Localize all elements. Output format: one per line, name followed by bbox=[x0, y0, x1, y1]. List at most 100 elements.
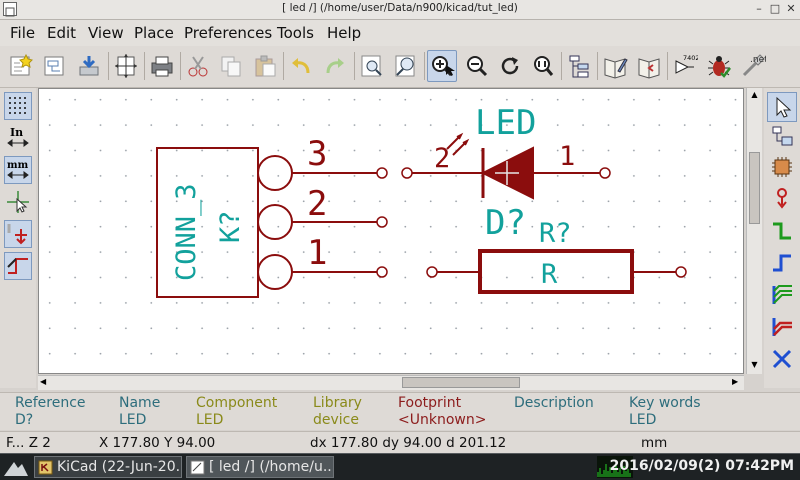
msg-name: Name LED bbox=[119, 395, 161, 428]
units-inch-button[interactable]: In bbox=[4, 124, 32, 152]
hierarchy-navigator-button[interactable] bbox=[564, 50, 594, 82]
connector-pin-3-label: 3 bbox=[307, 134, 327, 174]
undo-button[interactable] bbox=[286, 50, 316, 82]
connector-pin-2-label: 2 bbox=[307, 184, 327, 224]
vertical-scroll-thumb[interactable] bbox=[749, 152, 760, 224]
minimize-button[interactable]: – bbox=[752, 2, 766, 15]
taskbar-eeschema[interactable]: [ led /] (/home/u... bbox=[186, 456, 334, 478]
erc-button[interactable] bbox=[704, 50, 734, 82]
msg-component: Component LED bbox=[196, 395, 278, 428]
find-button[interactable] bbox=[357, 50, 387, 82]
place-component-tool[interactable] bbox=[767, 152, 797, 182]
library-browser-button[interactable] bbox=[634, 50, 664, 82]
paste-icon bbox=[255, 55, 276, 77]
component-icon bbox=[772, 157, 792, 177]
grid-icon bbox=[9, 97, 26, 114]
page-settings-button[interactable] bbox=[111, 50, 141, 82]
svg-text:In: In bbox=[10, 126, 23, 139]
no-connect-cross-icon bbox=[772, 349, 792, 369]
place-bus-bus-entry-tool[interactable] bbox=[767, 312, 797, 342]
menu-place[interactable]: Place bbox=[134, 24, 174, 42]
sheet-hierarchy-icon bbox=[44, 56, 64, 76]
bug-icon bbox=[708, 56, 731, 78]
paste-button[interactable] bbox=[250, 50, 280, 82]
zoom-out-icon bbox=[467, 56, 488, 77]
bus-icon bbox=[773, 254, 791, 272]
hierarchy-navigate-tool[interactable] bbox=[767, 122, 797, 152]
led-pin-1-label: 1 bbox=[559, 141, 575, 172]
menu-tools[interactable]: Tools bbox=[277, 24, 314, 42]
cursor-shape-icon bbox=[7, 191, 29, 213]
hidden-pins-button[interactable] bbox=[4, 220, 32, 248]
schematic-drawing[interactable]: 3 2 1 CONN_3 K? 2 1 LED D? R R? bbox=[39, 89, 744, 374]
scroll-left-arrow-icon[interactable]: ◀ bbox=[40, 377, 50, 388]
place-power-tool[interactable] bbox=[767, 184, 797, 214]
scroll-up-arrow-icon[interactable]: ▲ bbox=[749, 90, 760, 100]
menu-help[interactable]: Help bbox=[327, 24, 361, 42]
redo-icon bbox=[326, 58, 344, 74]
zoom-fit-button[interactable] bbox=[528, 50, 558, 82]
select-tool-button[interactable] bbox=[767, 92, 797, 122]
maximize-button[interactable]: □ bbox=[768, 2, 782, 15]
taskbar-kicad[interactable]: KiCad (22-Jun-20... bbox=[34, 456, 182, 478]
copy-icon bbox=[221, 56, 241, 77]
wire-bus-entry-icon bbox=[772, 285, 792, 304]
menu-bar: File Edit View Place Preferences Tools H… bbox=[0, 20, 800, 46]
led-value-label: LED bbox=[475, 103, 536, 143]
taskbar-clock: 2016/02/09(2) 07:42PM bbox=[609, 458, 794, 474]
save-button[interactable] bbox=[74, 50, 104, 82]
netlist-button[interactable]: .net bbox=[738, 50, 768, 82]
msg-library: Library device bbox=[313, 395, 362, 428]
left-toolbar: In mm bbox=[0, 88, 36, 388]
menu-view[interactable]: View bbox=[88, 24, 124, 42]
print-button[interactable] bbox=[147, 50, 177, 82]
bus-wire-angle-button[interactable] bbox=[4, 252, 32, 280]
taskbar: KiCad (22-Jun-20... [ led /] (/home/u...… bbox=[0, 453, 800, 480]
annotate-button[interactable]: 7402 bbox=[670, 50, 700, 82]
msg-keywords: Key words LED bbox=[629, 395, 701, 428]
horizontal-scroll-thumb[interactable] bbox=[402, 377, 520, 388]
find-icon bbox=[361, 55, 382, 77]
svg-text:.net: .net bbox=[750, 55, 766, 65]
copy-button[interactable] bbox=[216, 50, 246, 82]
no-connect-tool[interactable] bbox=[767, 344, 797, 374]
schematic-canvas[interactable]: 3 2 1 CONN_3 K? 2 1 LED D? R R? bbox=[38, 88, 744, 374]
status-delta: dx 177.80 dy 94.00 d 201.12 bbox=[310, 435, 507, 451]
find-replace-button[interactable] bbox=[391, 50, 421, 82]
power-port-icon bbox=[777, 188, 787, 209]
led-reference-label: D? bbox=[485, 203, 526, 243]
redraw-button[interactable] bbox=[495, 50, 525, 82]
resistor-value-label: R bbox=[541, 259, 558, 290]
start-menu-icon[interactable] bbox=[2, 456, 30, 478]
library-editor-button[interactable] bbox=[600, 50, 630, 82]
grid-toggle-button[interactable] bbox=[4, 92, 32, 120]
connector-reference-label: K? bbox=[215, 210, 246, 243]
menu-edit[interactable]: Edit bbox=[47, 24, 76, 42]
place-wire-tool[interactable] bbox=[767, 216, 797, 246]
vertical-scrollbar[interactable]: ▲ ▼ bbox=[746, 88, 762, 374]
close-button[interactable]: ✕ bbox=[784, 2, 798, 15]
zoom-in-button[interactable] bbox=[427, 50, 457, 82]
mm-units-icon: mm bbox=[7, 160, 29, 179]
printer-icon bbox=[151, 56, 173, 77]
place-wire-bus-entry-tool[interactable] bbox=[767, 280, 797, 310]
place-bus-tool[interactable] bbox=[767, 248, 797, 278]
new-library-button[interactable] bbox=[40, 50, 70, 82]
scroll-right-arrow-icon[interactable]: ▶ bbox=[732, 377, 742, 388]
redo-button[interactable] bbox=[320, 50, 350, 82]
inch-units-icon: In bbox=[7, 126, 29, 147]
menu-preferences[interactable]: Preferences bbox=[184, 24, 272, 42]
msg-description: Description bbox=[514, 395, 594, 411]
horizontal-scrollbar[interactable]: ◀ ▶ bbox=[38, 375, 744, 390]
zoom-out-button[interactable] bbox=[462, 50, 492, 82]
led-pin-2-label: 2 bbox=[434, 143, 450, 174]
cursor-shape-button[interactable] bbox=[4, 188, 32, 216]
scroll-down-arrow-icon[interactable]: ▼ bbox=[749, 360, 760, 370]
cut-button[interactable] bbox=[183, 50, 213, 82]
new-schematic-button[interactable] bbox=[6, 50, 36, 82]
status-cursor-position: X 177.80 Y 94.00 bbox=[99, 435, 216, 451]
units-mm-button[interactable]: mm bbox=[4, 156, 32, 184]
bus-bus-entry-icon bbox=[772, 318, 792, 336]
menu-file[interactable]: File bbox=[10, 24, 35, 42]
zoom-in-icon bbox=[432, 56, 455, 77]
